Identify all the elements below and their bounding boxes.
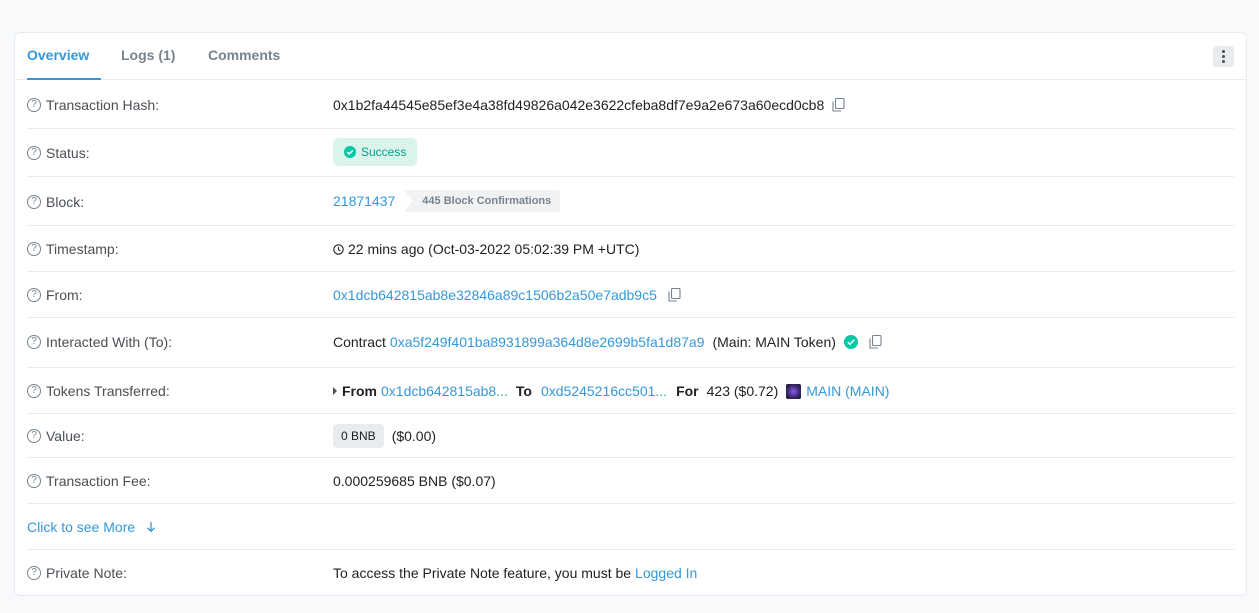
- status-text: Success: [361, 145, 407, 159]
- row-see-more: Click to see More: [27, 504, 1234, 550]
- token-logo-icon: [786, 383, 802, 399]
- contract-address-link[interactable]: 0xa5f249f401ba8931899a364d8e2699b5fa1d87…: [390, 334, 705, 350]
- copy-icon[interactable]: [869, 335, 882, 349]
- timestamp-text: 22 mins ago (Oct-03-2022 05:02:39 PM +UT…: [348, 241, 640, 257]
- question-circle-icon[interactable]: ?: [27, 98, 41, 112]
- label-text: From:: [46, 287, 83, 303]
- value-tokens-transferred: From 0x1dcb642815ab8... To 0xd5245216cc5…: [333, 383, 889, 399]
- tab-logs[interactable]: Logs (1): [121, 33, 175, 80]
- label-text: Value:: [46, 428, 85, 444]
- label-tokens-transferred: ? Tokens Transferred:: [27, 383, 170, 399]
- question-circle-icon[interactable]: ?: [27, 288, 41, 302]
- arrow-down-icon: [147, 522, 156, 533]
- row-timestamp: ? Timestamp: 22 mins ago (Oct-03-2022 05…: [27, 226, 1234, 272]
- label-text: Private Note:: [46, 565, 127, 581]
- value-transaction-hash: 0x1b2fa44545e85ef3e4a38fd49826a042e3622c…: [333, 97, 845, 113]
- status-badge: Success: [333, 138, 418, 166]
- transfer-to-label: To: [515, 383, 532, 399]
- value-from: 0x1dcb642815ab8e32846a89c1506b2a50e7adb9…: [333, 287, 681, 303]
- tab-overview[interactable]: Overview: [27, 33, 101, 80]
- tab-logs-label: Logs (1): [121, 47, 176, 63]
- copy-icon[interactable]: [832, 98, 845, 112]
- contract-prefix: Contract: [333, 334, 386, 350]
- see-more-link[interactable]: Click to see More: [27, 519, 156, 535]
- label-private-note: ? Private Note:: [27, 565, 127, 581]
- row-block: ? Block: 21871437 445 Block Confirmation…: [27, 177, 1234, 226]
- value-status: Success: [333, 138, 418, 166]
- row-transaction-hash: ? Transaction Hash: 0x1b2fa44545e85ef3e4…: [27, 80, 1234, 129]
- question-circle-icon[interactable]: ?: [27, 242, 41, 256]
- copy-icon[interactable]: [668, 288, 681, 302]
- row-interacted-with: ? Interacted With (To): Contract 0xa5f24…: [27, 318, 1234, 368]
- row-status: ? Status: Success: [27, 129, 1234, 177]
- value-transaction-fee: 0.000259685 BNB ($0.07): [333, 473, 496, 489]
- label-timestamp: ? Timestamp:: [27, 241, 119, 257]
- question-circle-icon[interactable]: ?: [27, 384, 41, 398]
- tab-comments-label: Comments: [208, 47, 281, 63]
- label-text: Timestamp:: [46, 241, 119, 257]
- transaction-hash-text: 0x1b2fa44545e85ef3e4a38fd49826a042e3622c…: [333, 97, 825, 113]
- label-text: Transaction Fee:: [46, 473, 151, 489]
- logged-in-link[interactable]: Logged In: [635, 565, 697, 581]
- value-interacted-with: Contract 0xa5f249f401ba8931899a364d8e269…: [333, 334, 882, 350]
- label-status: ? Status:: [27, 145, 90, 161]
- transaction-fee-text: 0.000259685 BNB ($0.07): [333, 473, 496, 489]
- more-options-button[interactable]: [1213, 46, 1234, 67]
- transfer-for-label: For: [676, 383, 699, 399]
- value-usd: ($0.00): [391, 428, 437, 444]
- clock-icon: [333, 243, 344, 255]
- row-tokens-transferred: ? Tokens Transferred: From 0x1dcb642815a…: [27, 368, 1234, 414]
- question-circle-icon[interactable]: ?: [27, 195, 41, 209]
- verified-check-icon: [843, 335, 858, 349]
- value-block: 21871437 445 Block Confirmations: [333, 190, 561, 212]
- row-from: ? From: 0x1dcb642815ab8e32846a89c1506b2a…: [27, 272, 1234, 318]
- label-transaction-fee: ? Transaction Fee:: [27, 473, 151, 489]
- label-block: ? Block:: [27, 194, 84, 210]
- label-transaction-hash: ? Transaction Hash:: [27, 97, 159, 113]
- caret-right-icon[interactable]: [333, 387, 337, 395]
- label-text: Interacted With (To):: [46, 334, 173, 350]
- row-transaction-fee: ? Transaction Fee: 0.000259685 BNB ($0.0…: [27, 458, 1234, 504]
- row-private-note: ? Private Note: To access the Private No…: [27, 550, 1234, 595]
- tab-comments[interactable]: Comments: [208, 33, 280, 80]
- question-circle-icon[interactable]: ?: [27, 335, 41, 349]
- transfer-from-link[interactable]: 0x1dcb642815ab8...: [381, 383, 508, 399]
- tab-overview-label: Overview: [27, 47, 90, 63]
- value-private-note: To access the Private Note feature, you …: [333, 565, 697, 581]
- contract-name: (Main: MAIN Token): [712, 334, 836, 350]
- transfer-amount: 423 ($0.72): [706, 383, 779, 399]
- see-more-text[interactable]: Click to see More: [27, 519, 135, 535]
- block-confirmations-badge: 445 Block Confirmations: [404, 190, 561, 212]
- question-circle-icon[interactable]: ?: [27, 146, 41, 160]
- label-value: ? Value:: [27, 428, 85, 444]
- transfer-to-link[interactable]: 0xd5245216cc501...: [541, 383, 667, 399]
- transfer-from-label: From: [342, 383, 377, 399]
- label-interacted-with: ? Interacted With (To):: [27, 334, 172, 350]
- label-text: Tokens Transferred:: [46, 383, 170, 399]
- private-note-text: To access the Private Note feature, you …: [333, 565, 632, 581]
- from-address-link[interactable]: 0x1dcb642815ab8e32846a89c1506b2a50e7adb9…: [333, 287, 657, 303]
- token-link[interactable]: MAIN (MAIN): [806, 383, 889, 399]
- question-circle-icon[interactable]: ?: [27, 429, 41, 443]
- transaction-details-card: Overview Logs (1) Comments ? Transaction…: [14, 32, 1247, 596]
- vertical-dots-icon: [1222, 50, 1225, 63]
- check-circle-icon: [344, 146, 356, 158]
- bnb-amount-badge: 0 BNB: [333, 424, 384, 448]
- question-circle-icon[interactable]: ?: [27, 474, 41, 488]
- tab-bar: Overview Logs (1) Comments: [15, 33, 1246, 80]
- value-value: 0 BNB ($0.00): [333, 424, 436, 448]
- label-text: Block:: [46, 194, 85, 210]
- value-timestamp: 22 mins ago (Oct-03-2022 05:02:39 PM +UT…: [333, 241, 639, 257]
- question-circle-icon[interactable]: ?: [27, 566, 41, 580]
- label-text: Transaction Hash:: [46, 97, 160, 113]
- label-text: Status:: [46, 145, 90, 161]
- row-value: ? Value: 0 BNB ($0.00): [27, 414, 1234, 458]
- label-from: ? From:: [27, 287, 83, 303]
- block-number-link[interactable]: 21871437: [333, 193, 395, 209]
